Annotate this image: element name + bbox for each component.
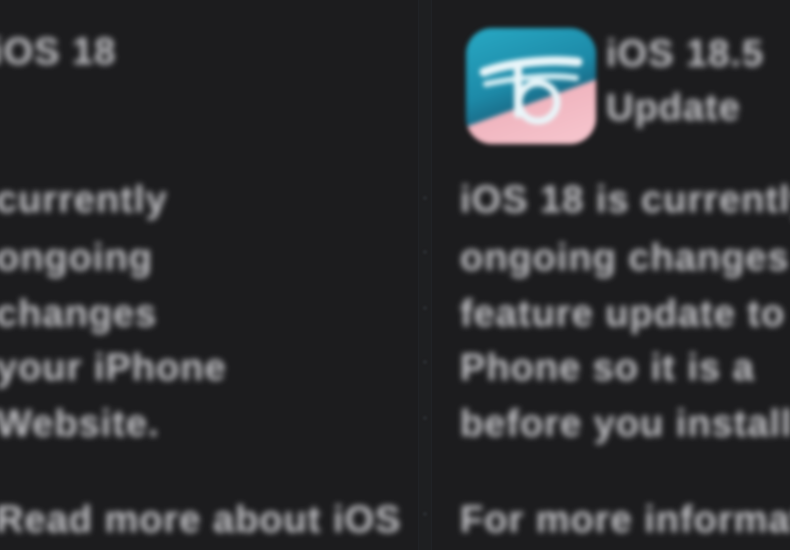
divider-dot bbox=[423, 306, 427, 310]
right-paragraph-line: iOS 18 is currently bbox=[460, 179, 790, 221]
right-footer-line: For more information bbox=[460, 499, 790, 541]
divider-dot bbox=[423, 360, 427, 364]
divider-dot bbox=[423, 196, 427, 200]
right-paragraph-line: ongoing changes bbox=[460, 237, 790, 279]
pane-divider bbox=[418, 0, 432, 550]
left-paragraph-line: currently bbox=[0, 179, 168, 221]
right-pane: iOS 18.5 Update iOS 18 is currently ongo… bbox=[440, 0, 790, 550]
left-paragraph-line: changes bbox=[0, 293, 158, 335]
left-paragraph-line: ongoing bbox=[0, 237, 153, 279]
divider-dot bbox=[423, 416, 427, 420]
left-paragraph-line: Website. bbox=[0, 403, 160, 445]
left-paragraph-line: your iPhone bbox=[0, 347, 227, 389]
right-paragraph-line: Phone so it is a bbox=[460, 347, 755, 389]
right-paragraph-line: feature update to bbox=[460, 293, 786, 335]
left-heading: iOS 18 bbox=[0, 31, 117, 73]
app-subtitle: Update bbox=[606, 87, 741, 129]
left-pane: iOS 18 currently ongoing changes your iP… bbox=[0, 0, 405, 550]
divider-dot bbox=[423, 250, 427, 254]
left-footer-line: Read more about iOS bbox=[0, 499, 402, 541]
app-name: iOS 18.5 bbox=[606, 33, 764, 75]
right-paragraph-line: before you install bbox=[460, 403, 790, 445]
divider-dot bbox=[423, 512, 427, 516]
